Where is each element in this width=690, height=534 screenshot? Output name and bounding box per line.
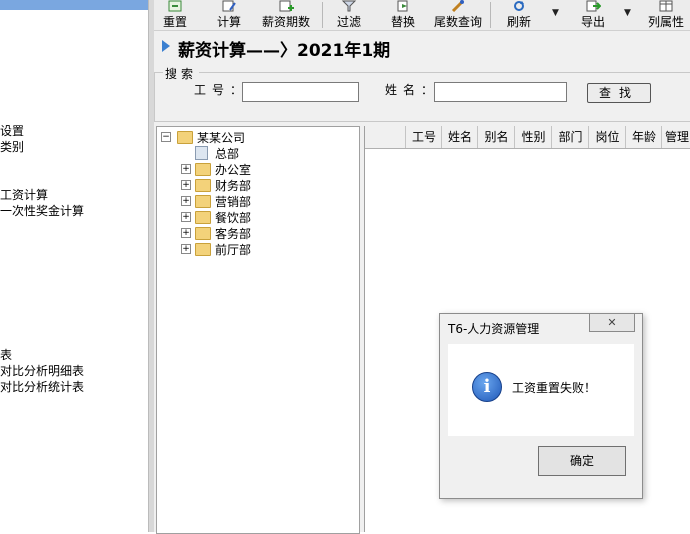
refresh-button[interactable]: 刷新 <box>502 0 536 30</box>
folder-icon <box>195 211 211 224</box>
folder-icon <box>195 243 211 256</box>
calculate-label: 计算 <box>216 15 241 29</box>
tree-node-label: 总部 <box>215 147 240 161</box>
message-dialog: T6-人力资源管理 ✕ i 工资重置失败！ 确定 <box>439 313 643 499</box>
export-dropdown-icon[interactable]: ▼ <box>624 8 631 18</box>
folder-icon <box>195 179 211 192</box>
filter-button[interactable]: 过滤 <box>332 0 366 30</box>
column-header[interactable]: 姓名 <box>441 126 478 148</box>
export-label: 导出 <box>580 15 605 29</box>
nav-item-bonus-calc[interactable]: 一次性奖金计算 <box>0 202 84 219</box>
expand-icon[interactable]: + <box>181 196 191 206</box>
tree-node-label: 财务部 <box>215 179 252 193</box>
search-legend: 搜索 <box>163 65 200 82</box>
toolbar-separator <box>490 2 491 28</box>
column-header[interactable]: 管理 <box>661 126 690 148</box>
ok-button[interactable]: 确定 <box>538 446 626 476</box>
close-icon[interactable]: ✕ <box>589 314 635 332</box>
expand-icon[interactable]: + <box>181 244 191 254</box>
toolbar-separator <box>322 2 323 28</box>
replace-icon <box>397 0 408 12</box>
filter-icon <box>341 0 357 12</box>
filter-label: 过滤 <box>336 15 361 29</box>
folder-icon <box>195 227 211 240</box>
column-properties-button[interactable]: 列属性 <box>644 0 688 30</box>
nav-item-settings[interactable]: 设置 <box>0 122 24 139</box>
column-header[interactable]: 岗位 <box>588 126 626 148</box>
column-header[interactable]: 性别 <box>514 126 552 148</box>
nav-item-report[interactable]: 表 <box>0 346 12 363</box>
grid-header: 工号 姓名 别名 性别 部门 岗位 年龄 管理 <box>365 126 690 149</box>
title-arrow-icon <box>162 40 170 52</box>
collapse-icon[interactable]: − <box>161 132 171 142</box>
column-header[interactable]: 年龄 <box>625 126 662 148</box>
tail-query-button[interactable]: 尾数查询 <box>430 0 486 30</box>
tree-node-label: 客务部 <box>215 227 252 241</box>
calculate-icon <box>222 0 236 12</box>
tail-query-icon <box>451 0 464 12</box>
folder-icon <box>195 195 211 208</box>
expand-icon[interactable]: + <box>181 228 191 238</box>
refresh-icon <box>514 1 524 11</box>
nav-item-compare-detail[interactable]: 对比分析明细表 <box>0 362 84 379</box>
find-button[interactable]: 查找 <box>587 83 651 103</box>
add-period-icon <box>279 0 294 12</box>
info-icon: i <box>472 372 502 402</box>
name-label: 姓名： <box>385 83 440 97</box>
dialog-title: T6-人力资源管理 <box>448 322 540 336</box>
tree-node-label: 餐饮部 <box>215 211 252 225</box>
column-properties-label: 列属性 <box>647 15 684 29</box>
left-nav-header-bar <box>0 0 148 10</box>
document-icon <box>195 146 208 160</box>
dialog-message: 工资重置失败！ <box>512 381 597 395</box>
reset-label: 重置 <box>162 15 187 29</box>
folder-icon <box>195 163 211 176</box>
tree-node-label: 某某公司 <box>197 131 246 145</box>
column-header[interactable]: 工号 <box>405 126 442 148</box>
nav-item-salary-calc[interactable]: 工资计算 <box>0 186 48 203</box>
emp-no-label: 工号： <box>194 83 249 97</box>
refresh-dropdown-icon[interactable]: ▼ <box>552 8 559 18</box>
expand-icon[interactable]: + <box>181 180 191 190</box>
salary-period-button[interactable]: 薪资期数 <box>258 0 314 30</box>
reset-button[interactable]: 重置 <box>158 0 192 30</box>
export-icon <box>586 0 601 12</box>
page-title: 薪资计算——〉2021年1期 <box>178 41 391 61</box>
tree-node-label: 办公室 <box>215 163 252 177</box>
expand-icon[interactable]: + <box>181 212 191 222</box>
tree-node-label: 营销部 <box>215 195 252 209</box>
reset-icon <box>168 0 182 12</box>
replace-button[interactable]: 替换 <box>386 0 420 30</box>
nav-item-compare-stats[interactable]: 对比分析统计表 <box>0 378 84 395</box>
replace-label: 替换 <box>390 15 415 29</box>
toolbar: 重置 计算 薪资期数 过滤 替换 尾数查询 刷新 ▼ 导出 ▼ 列属性 <box>154 0 690 31</box>
column-header[interactable]: 部门 <box>551 126 589 148</box>
name-input[interactable] <box>434 82 567 102</box>
tree-node-label: 前厅部 <box>215 243 252 257</box>
dialog-body: i 工资重置失败！ <box>448 344 634 436</box>
left-nav-panel: 设置 类别 工资计算 一次性奖金计算 表 对比分析明细表 对比分析统计表 <box>0 0 148 532</box>
expand-icon[interactable]: + <box>181 164 191 174</box>
column-header[interactable]: 别名 <box>477 126 515 148</box>
tail-query-label: 尾数查询 <box>433 15 482 29</box>
department-tree: − 某某公司 总部 + 办公室 + 财务部 + 营销部 + 餐饮部 + 客务部 … <box>156 126 360 534</box>
folder-icon <box>177 131 193 144</box>
emp-no-input[interactable] <box>242 82 359 102</box>
export-button[interactable]: 导出 <box>576 0 610 30</box>
salary-period-label: 薪资期数 <box>261 15 310 29</box>
refresh-label: 刷新 <box>506 15 531 29</box>
calculate-button[interactable]: 计算 <box>212 0 246 30</box>
column-properties-icon <box>659 0 673 12</box>
nav-item-category[interactable]: 类别 <box>0 138 24 155</box>
